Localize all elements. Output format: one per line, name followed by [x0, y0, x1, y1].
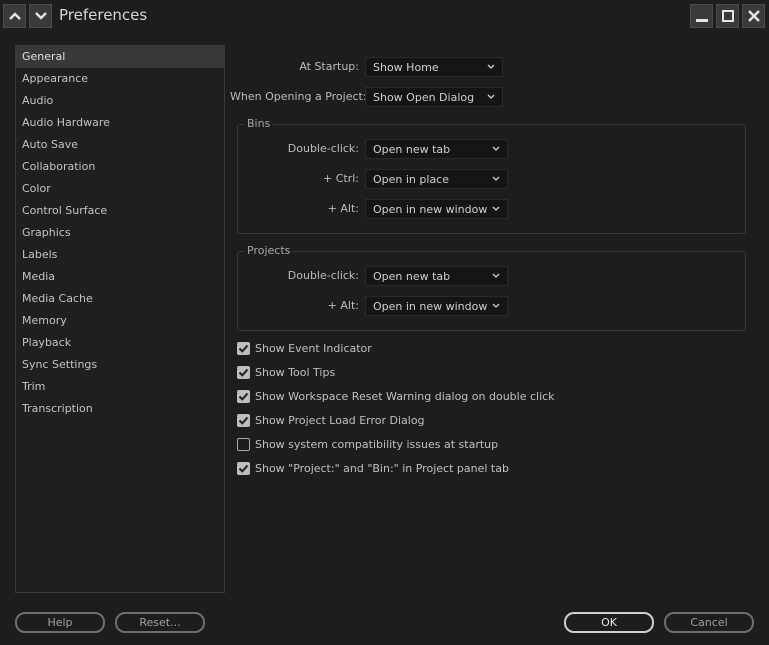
chevron-down-icon [492, 146, 500, 151]
checkbox-checked[interactable] [237, 413, 250, 427]
sidebar-item-audio[interactable]: Audio [16, 90, 224, 112]
checkmark-icon [238, 392, 249, 401]
checkbox-checked[interactable] [237, 365, 250, 379]
sidebar-item-trim[interactable]: Trim [16, 376, 224, 398]
opening-project-value: Show Open Dialog [373, 90, 475, 104]
sidebar-item-memory[interactable]: Memory [16, 310, 224, 332]
sidebar-item-general[interactable]: General [16, 46, 224, 68]
show-tool-tips-label: Show Tool Tips [255, 365, 336, 379]
project-bin-tab-checkbox-row[interactable]: Show "Project:" and "Bin:" in Project pa… [237, 460, 509, 476]
reset-button[interactable]: Reset... [115, 612, 205, 633]
opening-project-dropdown[interactable]: Show Open Dialog [365, 87, 503, 107]
sidebar-item-graphics[interactable]: Graphics [16, 222, 224, 244]
workspace-reset-warning-label: Show Workspace Reset Warning dialog on d… [255, 389, 555, 403]
close-icon [747, 10, 760, 22]
checkmark-icon [238, 368, 249, 377]
sidebar-item-media-cache[interactable]: Media Cache [16, 288, 224, 310]
sidebar-item-control-surface[interactable]: Control Surface [16, 200, 224, 222]
chevron-down-icon [492, 206, 500, 211]
chevron-down-icon [487, 64, 495, 69]
workspace-reset-warning-checkbox-row[interactable]: Show Workspace Reset Warning dialog on d… [237, 388, 555, 404]
sidebar-item-sync-settings[interactable]: Sync Settings [16, 354, 224, 376]
sidebar-item-labels[interactable]: Labels [16, 244, 224, 266]
chevron-down-icon [34, 12, 47, 20]
sidebar-item-appearance[interactable]: Appearance [16, 68, 224, 90]
preferences-category-list: General Appearance Audio Audio Hardware … [15, 45, 225, 593]
bins-ctrl-value: Open in place [373, 172, 449, 186]
bins-double-click-value: Open new tab [373, 142, 451, 156]
bins-double-click-dropdown[interactable]: Open new tab [365, 139, 508, 159]
close-button[interactable] [742, 4, 765, 28]
system-compatibility-checkbox-row[interactable]: Show system compatibility issues at star… [237, 436, 498, 452]
projects-double-click-value: Open new tab [373, 269, 451, 283]
bins-double-click-label: Double-click: [287, 142, 359, 155]
checkbox-unchecked[interactable] [237, 437, 250, 451]
bins-ctrl-dropdown[interactable]: Open in place [365, 169, 508, 189]
checkmark-icon [238, 464, 249, 473]
sidebar-item-auto-save[interactable]: Auto Save [16, 134, 224, 156]
chevron-down-icon [492, 303, 500, 308]
chevron-down-icon [492, 176, 500, 181]
checkmark-icon [238, 344, 249, 353]
projects-alt-dropdown[interactable]: Open in new window [365, 296, 508, 316]
minimize-button[interactable] [690, 4, 713, 28]
cancel-button[interactable]: Cancel [664, 612, 754, 633]
project-bin-tab-label: Show "Project:" and "Bin:" in Project pa… [255, 461, 509, 475]
bins-ctrl-label: + Ctrl: [323, 172, 359, 185]
system-compatibility-label: Show system compatibility issues at star… [255, 437, 499, 451]
sidebar-item-color[interactable]: Color [16, 178, 224, 200]
at-startup-label: At Startup: [299, 60, 359, 73]
checkbox-checked[interactable] [237, 461, 250, 475]
at-startup-dropdown[interactable]: Show Home [365, 57, 503, 77]
ok-button[interactable]: OK [564, 612, 654, 633]
projects-double-click-label: Double-click: [287, 269, 359, 282]
collapse-down-button[interactable] [29, 4, 52, 28]
show-tool-tips-checkbox-row[interactable]: Show Tool Tips [237, 364, 335, 380]
projects-group-title: Projects [244, 244, 294, 257]
checkmark-icon [238, 416, 249, 425]
bins-group-title: Bins [244, 117, 274, 130]
sidebar-item-collaboration[interactable]: Collaboration [16, 156, 224, 178]
maximize-icon [721, 10, 734, 22]
maximize-button[interactable] [716, 4, 739, 28]
bins-alt-label: + Alt: [327, 202, 359, 215]
project-load-error-label: Show Project Load Error Dialog [255, 413, 425, 427]
at-startup-value: Show Home [373, 60, 439, 74]
chevron-up-icon [8, 12, 21, 20]
projects-group [237, 251, 746, 331]
title-bar: Preferences [0, 0, 769, 32]
sidebar-item-media[interactable]: Media [16, 266, 224, 288]
chevron-down-icon [487, 94, 495, 99]
opening-project-label: When Opening a Project: [230, 90, 367, 103]
show-event-indicator-checkbox-row[interactable]: Show Event Indicator [237, 340, 372, 356]
sidebar-item-playback[interactable]: Playback [16, 332, 224, 354]
bins-alt-dropdown[interactable]: Open in new window [365, 199, 508, 219]
projects-alt-label: + Alt: [327, 299, 359, 312]
sidebar-item-audio-hardware[interactable]: Audio Hardware [16, 112, 224, 134]
bins-alt-value: Open in new window [373, 202, 488, 216]
minimize-icon [695, 19, 708, 22]
collapse-up-button[interactable] [3, 4, 26, 28]
chevron-down-icon [492, 273, 500, 278]
sidebar-item-transcription[interactable]: Transcription [16, 398, 224, 420]
project-load-error-checkbox-row[interactable]: Show Project Load Error Dialog [237, 412, 425, 428]
help-button[interactable]: Help [15, 612, 105, 633]
projects-double-click-dropdown[interactable]: Open new tab [365, 266, 508, 286]
projects-alt-value: Open in new window [373, 299, 488, 313]
checkbox-checked[interactable] [237, 341, 250, 355]
show-event-indicator-label: Show Event Indicator [255, 341, 372, 355]
window-title: Preferences [59, 6, 148, 24]
checkbox-checked[interactable] [237, 389, 250, 403]
